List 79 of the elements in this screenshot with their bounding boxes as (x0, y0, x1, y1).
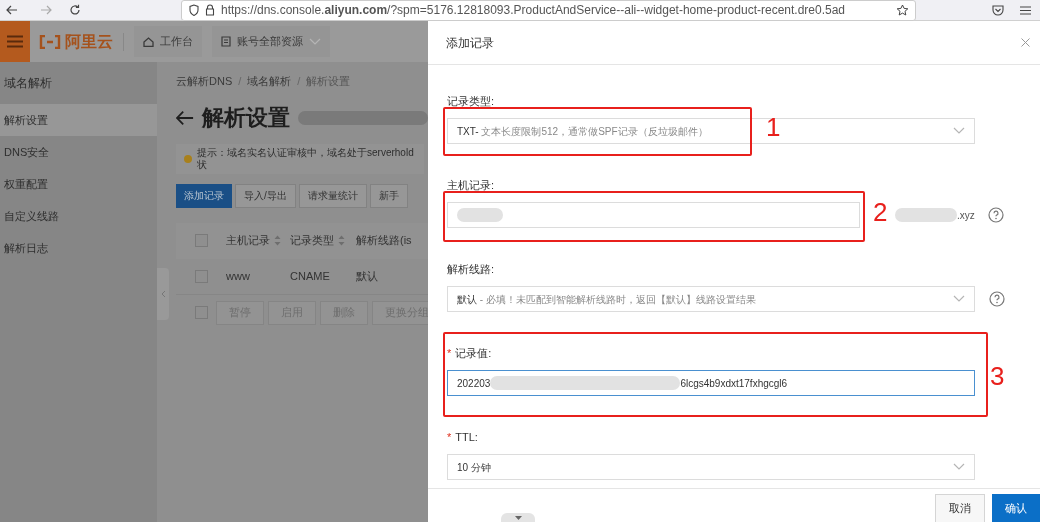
required-mark: * (447, 429, 452, 445)
forward-icon[interactable] (40, 5, 52, 15)
toolbar-button[interactable]: 请求量统计 (298, 183, 367, 208)
collapse-handle[interactable] (157, 268, 169, 320)
caret-icon (309, 37, 321, 46)
toolbar-button[interactable]: 添加记录 (176, 183, 232, 208)
chevron-down-icon (953, 295, 965, 303)
select-field[interactable]: 10 分钟 (447, 454, 975, 480)
breadcrumb-link[interactable]: 域名解析 (247, 73, 292, 90)
select-field[interactable]: 默认 - 必填！未匹配到智能解析线路时，返回【默认】线路设置结果 (447, 286, 975, 312)
select-value: 10 分钟 (457, 460, 491, 475)
sort-icon[interactable] (274, 235, 281, 246)
chevron-left-icon (160, 290, 166, 298)
annotation-number: 3 (990, 363, 1005, 389)
field-label: 解析线路: (447, 261, 495, 277)
sidebar-title: 域名解析 (3, 75, 53, 92)
drawer-title: 添加记录 (446, 34, 494, 52)
column-header: 解析线路(is (356, 233, 412, 249)
pocket-icon[interactable] (992, 4, 1004, 16)
sidebar-item[interactable]: 解析日志 (0, 232, 157, 264)
required-mark: * (447, 345, 452, 361)
blurred-text (457, 208, 503, 222)
toolbar-button[interactable]: 导入/导出 (235, 183, 296, 208)
star-icon[interactable] (896, 3, 909, 17)
menu-button[interactable] (0, 21, 30, 62)
breadcrumb-separator: / (238, 74, 242, 89)
chevron-down-icon (953, 127, 965, 135)
sidebar-item[interactable]: DNS安全 (0, 136, 157, 168)
domain-suffix: .xyz (957, 208, 975, 223)
field-label: 记录值: (455, 345, 492, 361)
field-label: 记录类型: (447, 93, 495, 109)
table-cell-text: 默认 (356, 268, 378, 284)
expand-tab[interactable] (501, 513, 535, 522)
help-icon[interactable] (987, 207, 1004, 223)
menu-icon (7, 35, 23, 48)
input-field[interactable]: 202203 6lcgs4b9xdxt17fxhgcgl6 (447, 370, 975, 396)
table-cell-text: CNAME (290, 268, 331, 284)
select-value: TXT- 文本长度限制512，通常做SPF记录（反垃圾邮件） (457, 124, 708, 139)
url-text: https://dns.console.aliyun.com/?spm=5176.12818093.ProductAndService--ali--widget-home-product-recent.dre0.5ad (221, 2, 847, 19)
back-arrow-icon[interactable] (176, 109, 194, 126)
back-icon[interactable] (6, 5, 18, 15)
chevron-down-icon (953, 463, 965, 471)
page-title: 解析设置 (202, 104, 290, 132)
input-value: 202203 (457, 376, 491, 391)
column-header: 主机记录 (226, 233, 270, 249)
sidebar-item[interactable]: 解析设置 (0, 104, 157, 136)
checkbox[interactable] (195, 234, 208, 247)
annotation-number: 2 (873, 199, 888, 225)
sidebar-item[interactable]: 权重配置 (0, 168, 157, 200)
close-icon[interactable] (1021, 38, 1030, 47)
footer-button[interactable]: 确认 (992, 494, 1040, 522)
table-cell-text: www (226, 268, 251, 284)
reload-icon[interactable] (69, 4, 81, 16)
lock-icon (205, 4, 215, 16)
nav-button[interactable]: 工作台 (134, 26, 202, 57)
breadcrumb-link[interactable]: 云解析DNS (176, 73, 233, 90)
input-field[interactable] (447, 202, 860, 228)
breadcrumb-separator: / (297, 74, 301, 89)
help-icon[interactable] (989, 291, 1005, 307)
list-icon (221, 36, 231, 47)
footer-button[interactable]: 取消 (935, 494, 985, 522)
sort-icon[interactable] (338, 235, 345, 246)
blurred-text (895, 208, 957, 222)
logo-text: 阿里云 (65, 33, 113, 50)
column-header: 记录类型 (290, 233, 334, 249)
select-value: 默认 - 必填！未匹配到智能解析线路时，返回【默认】线路设置结果 (457, 292, 756, 307)
menu-icon[interactable] (1020, 5, 1031, 15)
sidebar-item[interactable]: 自定义线路 (0, 200, 157, 232)
input-value: 6lcgs4b9xdxt17fxhgcgl6 (680, 376, 788, 391)
field-label: 主机记录: (447, 177, 495, 193)
field-label: TTL: (455, 429, 478, 445)
home-icon (143, 36, 154, 47)
toolbar-button[interactable]: 新手 (369, 183, 408, 208)
logo-icon (39, 34, 61, 49)
address-bar[interactable]: https://dns.console.aliyun.com/?spm=5176.12818093.ProductAndService--ali--widget-home-product-recent.dre0.5ad (181, 0, 916, 21)
shield-icon (189, 4, 199, 16)
nav-button[interactable]: 账号全部资源 (212, 26, 330, 57)
caret-down-icon (514, 515, 522, 520)
notice-text: 提示：域名实名认证审核中，域名处于serverhold状 (197, 146, 415, 171)
